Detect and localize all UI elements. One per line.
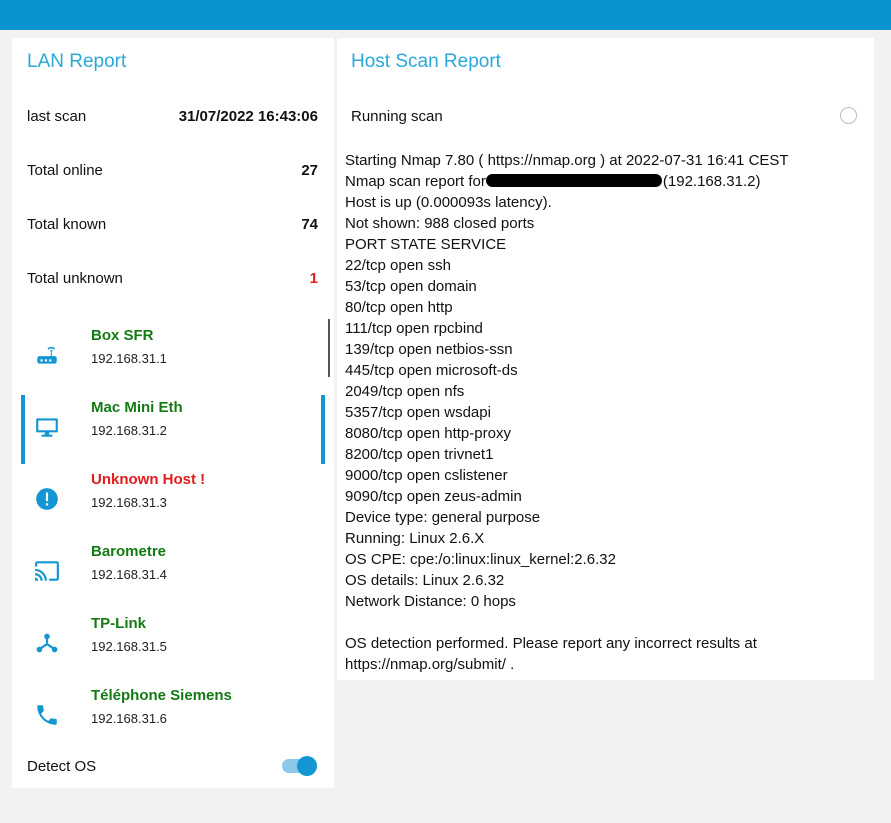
scan-blank-line — [345, 612, 865, 633]
host-name: Barometre — [91, 543, 167, 560]
scan-line: Starting Nmap 7.80 ( https://nmap.org ) … — [345, 152, 789, 169]
scan-line: 8080/tcp open http-proxy — [345, 425, 511, 442]
stat-last-scan: last scan 31/07/2022 16:43:06 — [27, 106, 318, 126]
host-item-mac-mini-eth[interactable]: Mac Mini Eth 192.168.31.2 — [12, 390, 334, 464]
host-name: Box SFR — [91, 327, 154, 344]
stat-total-known: Total known 74 — [27, 214, 318, 234]
lan-report-panel: LAN Report last scan 31/07/2022 16:43:06… — [12, 38, 334, 788]
scan-line: OS details: Linux 2.6.32 — [345, 572, 505, 589]
scan-line: Device type: general purpose — [345, 509, 541, 526]
scan-report-suffix: (192.168.31.2) — [662, 173, 761, 190]
host-ip: 192.168.31.5 — [91, 639, 167, 654]
host-item-telephone-siemens[interactable]: Téléphone Siemens 192.168.31.6 — [12, 678, 334, 750]
stat-value: 27 — [301, 161, 318, 179]
host-item-unknown-host[interactable]: Unknown Host ! 192.168.31.3 — [12, 462, 334, 534]
host-name: Unknown Host ! — [91, 471, 206, 488]
scan-status: Running scan — [351, 108, 443, 125]
scan-line: 53/tcp open domain — [345, 278, 477, 295]
top-app-bar — [0, 0, 891, 30]
alert-icon — [34, 486, 60, 512]
lan-report-title: LAN Report — [27, 51, 127, 72]
stat-label: Total known — [27, 215, 107, 233]
stat-total-online: Total online 27 — [27, 160, 318, 180]
stat-label: last scan — [27, 107, 87, 125]
host-name: TP-Link — [91, 615, 146, 632]
redaction-mark — [485, 174, 662, 187]
stat-value: 31/07/2022 16:43:06 — [178, 107, 318, 125]
host-ip: 192.168.31.4 — [91, 567, 167, 582]
scan-line: Network Distance: 0 hops — [345, 593, 516, 610]
scan-line: 8200/tcp open trivnet1 — [345, 446, 494, 463]
scan-line: 9000/tcp open cslistener — [345, 467, 508, 484]
monitor-icon — [34, 414, 60, 440]
stat-label: Total online — [27, 161, 103, 179]
stat-value: 1 — [309, 269, 318, 287]
host-list[interactable]: Box SFR 192.168.31.1 Mac Mini Eth 192.16… — [12, 318, 334, 750]
host-item-tp-link[interactable]: TP-Link 192.168.31.5 — [12, 606, 334, 678]
scan-line: 111/tcp open rpcbind — [345, 320, 483, 337]
cast-icon — [34, 558, 60, 584]
host-ip: 192.168.31.1 — [91, 351, 167, 366]
scan-line: 5357/tcp open wsdapi — [345, 404, 491, 421]
scan-line: OS CPE: cpe:/o:linux:linux_kernel:2.6.32 — [345, 551, 616, 568]
stat-total-unknown: Total unknown 1 — [27, 268, 318, 288]
scan-line: 80/tcp open http — [345, 299, 453, 316]
scan-line: 9090/tcp open zeus-admin — [345, 488, 522, 505]
host-ip: 192.168.31.6 — [91, 711, 167, 726]
scan-line: Host is up (0.000093s latency). — [345, 194, 552, 211]
scan-line: PORT STATE SERVICE — [345, 236, 507, 253]
scan-output: Starting Nmap 7.80 ( https://nmap.org ) … — [345, 150, 865, 675]
host-scan-title: Host Scan Report — [351, 51, 501, 72]
host-ip: 192.168.31.3 — [91, 495, 167, 510]
host-item-box-sfr[interactable]: Box SFR 192.168.31.1 — [12, 318, 334, 390]
scan-line: 139/tcp open netbios-ssn — [345, 341, 513, 358]
scan-line: 22/tcp open ssh — [345, 257, 451, 274]
scan-line: Not shown: 988 closed ports — [345, 215, 535, 232]
stat-value: 74 — [301, 215, 318, 233]
toggle-knob — [297, 756, 317, 776]
detect-os-label: Detect OS — [27, 757, 97, 775]
phone-icon — [34, 702, 60, 728]
scan-line: Running: Linux 2.6.X — [345, 530, 485, 547]
host-ip: 192.168.31.2 — [91, 423, 167, 438]
scan-line: https://nmap.org/submit/ . — [345, 656, 515, 673]
network-icon — [34, 630, 60, 656]
router-icon — [34, 342, 60, 368]
scan-report-line: Nmap scan report for (192.168.31.2) — [345, 171, 865, 192]
stat-label: Total unknown — [27, 269, 123, 287]
scan-line: OS detection performed. Please report an… — [345, 635, 757, 652]
scan-line: 2049/tcp open nfs — [345, 383, 465, 400]
loading-spinner-icon — [840, 107, 857, 124]
detect-os-row: Detect OS — [27, 754, 318, 778]
host-name: Téléphone Siemens — [91, 687, 232, 704]
detect-os-toggle[interactable] — [282, 756, 318, 776]
scan-report-prefix: Nmap scan report for — [345, 173, 486, 190]
scan-line: 445/tcp open microsoft-ds — [345, 362, 518, 379]
host-name: Mac Mini Eth — [91, 399, 183, 416]
host-item-barometre[interactable]: Barometre 192.168.31.4 — [12, 534, 334, 606]
host-scan-panel: Host Scan Report Running scan Starting N… — [337, 38, 874, 680]
